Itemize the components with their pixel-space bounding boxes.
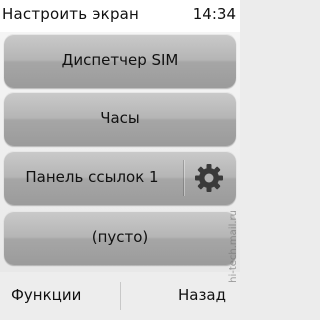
settings-divider (183, 160, 184, 196)
watermark: hi-tech.mail.ru (228, 210, 239, 283)
screen-title: Настроить экран (2, 5, 140, 23)
clock: 14:34 (192, 5, 236, 23)
gear-icon[interactable] (193, 162, 225, 194)
softkey-bar: Функции Назад (0, 272, 240, 320)
widget-slot-label: Часы (100, 109, 140, 127)
widget-slot-shortcuts-bar[interactable]: Панель ссылок 1 (4, 151, 236, 205)
widget-slot-label: (пусто) (91, 228, 149, 246)
widget-slot-label: Панель ссылок 1 (25, 168, 159, 186)
widget-slot-empty[interactable]: (пусто) (4, 211, 236, 265)
back-softkey[interactable]: Назад (178, 286, 226, 304)
widget-slot-sim-manager[interactable]: Диспетчер SIM (4, 34, 236, 88)
options-softkey[interactable]: Функции (11, 286, 81, 304)
widget-slot-label: Диспетчер SIM (61, 51, 179, 69)
homescreen-widget-list: Диспетчер SIM Часы Панель ссылок 1 (пуст… (0, 32, 240, 272)
widget-slot-clock[interactable]: Часы (4, 92, 236, 146)
softkey-separator (120, 282, 121, 310)
status-bar: Настроить экран 14:34 (0, 0, 240, 32)
